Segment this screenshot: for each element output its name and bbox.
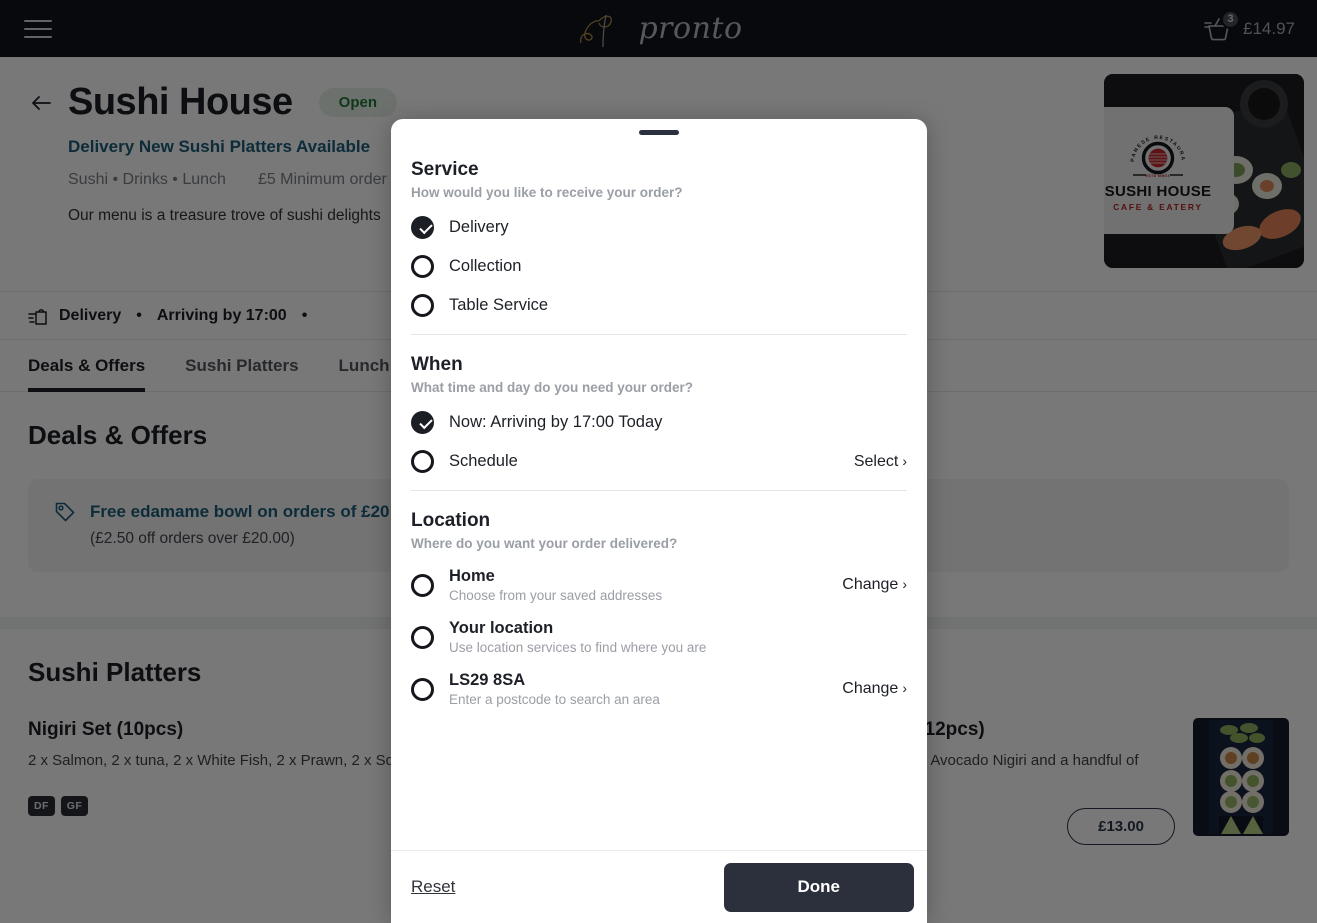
service-option-delivery[interactable]: Delivery — [411, 216, 907, 239]
chevron-right-icon: › — [902, 452, 907, 469]
location-subheading: Where do you want your order delivered? — [411, 536, 678, 551]
location-option-hint: Use location services to find where you … — [449, 640, 707, 655]
radio-delivery[interactable] — [411, 216, 434, 239]
location-heading: Location — [411, 510, 491, 531]
home-change-label: Change — [842, 576, 899, 593]
location-group: Location Where do you want your order de… — [411, 491, 907, 724]
home-change-link[interactable]: Change › — [842, 576, 907, 594]
location-option-hint: Choose from your saved addresses — [449, 588, 663, 603]
when-option-now[interactable]: Now: Arriving by 17:00 Today — [411, 411, 907, 434]
service-option-label: Collection — [449, 257, 522, 275]
chevron-right-icon: › — [902, 680, 907, 696]
postcode-change-label: Change — [842, 680, 899, 697]
service-option-collection[interactable]: Collection — [411, 255, 907, 278]
page-root: pronto 3 £14.97 Sushi House Open — [0, 0, 1317, 923]
radio-home[interactable] — [411, 573, 434, 597]
location-option-your-location[interactable]: Your location Use location services to f… — [411, 619, 907, 655]
radio-postcode[interactable] — [411, 677, 434, 701]
modal-content: Service How would you like to receive yo… — [391, 135, 927, 850]
service-subheading: How would you like to receive your order… — [411, 185, 683, 200]
radio-your-location[interactable] — [411, 625, 434, 649]
modal-footer: Reset Done — [391, 850, 927, 923]
radio-now[interactable] — [411, 411, 434, 434]
location-option-postcode[interactable]: LS29 8SA Enter a postcode to search an a… — [411, 671, 907, 707]
postcode-change-link[interactable]: Change › — [842, 680, 907, 698]
when-option-schedule[interactable]: Schedule Select › — [411, 450, 907, 473]
location-option-hint: Enter a postcode to search an area — [449, 692, 660, 707]
when-option-label: Schedule — [449, 452, 518, 470]
service-option-table-service[interactable]: Table Service — [411, 294, 907, 317]
done-button[interactable]: Done — [723, 862, 914, 912]
reset-button[interactable]: Reset — [411, 877, 455, 897]
when-option-label: Now: Arriving by 17:00 Today — [449, 413, 663, 431]
when-subheading: What time and day do you need your order… — [411, 380, 694, 395]
radio-collection[interactable] — [411, 255, 434, 278]
location-option-label: LS29 8SA — [449, 671, 526, 689]
location-option-label: Your location — [449, 619, 554, 637]
schedule-select-link[interactable]: Select › — [854, 453, 907, 471]
service-option-label: Delivery — [449, 218, 509, 236]
schedule-select-label: Select — [853, 452, 899, 470]
radio-schedule[interactable] — [411, 450, 434, 473]
service-option-label: Table Service — [449, 296, 549, 314]
service-group: Service How would you like to receive yo… — [411, 159, 907, 335]
location-option-label: Home — [449, 567, 495, 585]
radio-table-service[interactable] — [411, 294, 434, 317]
location-option-home[interactable]: Home Choose from your saved addresses Ch… — [411, 567, 907, 603]
when-heading: When — [411, 354, 463, 375]
service-heading: Service — [411, 159, 479, 180]
order-options-modal: Service How would you like to receive yo… — [391, 119, 927, 923]
when-group: When What time and day do you need your … — [411, 335, 907, 491]
chevron-right-icon: › — [902, 576, 907, 592]
